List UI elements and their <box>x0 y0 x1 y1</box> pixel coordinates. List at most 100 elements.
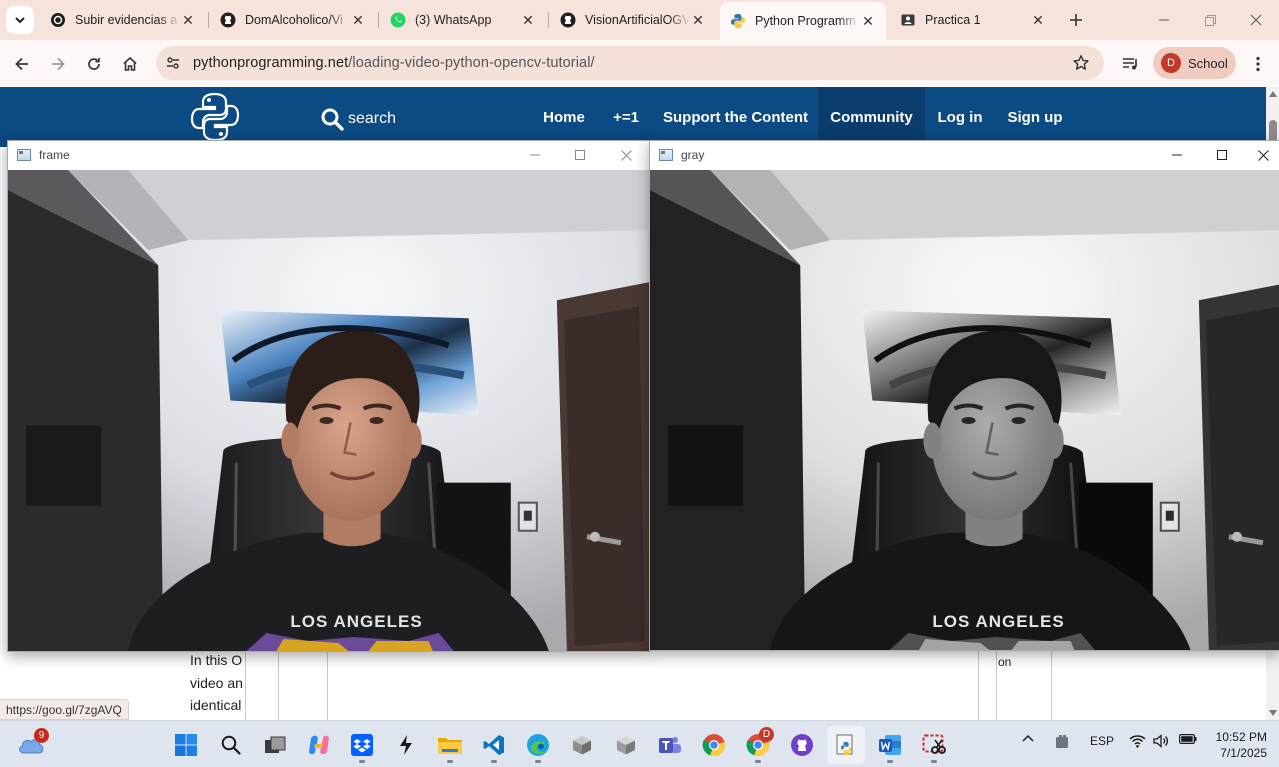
battery-button[interactable] <box>1179 734 1197 744</box>
tab-divider <box>378 12 379 28</box>
show-hidden-icons-button[interactable] <box>1022 734 1034 742</box>
taskbar-python[interactable] <box>827 726 865 764</box>
tab-title: VisionArtificialOGV <box>585 13 690 27</box>
close-button[interactable] <box>603 141 649 169</box>
tab-search-button[interactable] <box>6 6 34 34</box>
taskbar-box-app[interactable] <box>563 726 601 764</box>
start-button[interactable] <box>167 726 205 764</box>
profile-label: School <box>1188 55 1228 71</box>
nav-login[interactable]: Log in <box>929 87 991 147</box>
close-icon[interactable]: ✕ <box>350 12 366 28</box>
bookmark-star-icon[interactable] <box>1072 54 1090 72</box>
tab-title: (3) WhatsApp <box>415 13 492 27</box>
taskbar-file-explorer[interactable] <box>431 726 469 764</box>
scroll-down-arrow[interactable] <box>1269 710 1277 716</box>
tab-practica[interactable]: Practica 1 ✕ <box>890 4 1056 36</box>
taskbar-vscode[interactable] <box>475 726 513 764</box>
close-icon <box>1257 149 1269 161</box>
minimize-button[interactable] <box>512 141 558 169</box>
python-logo[interactable] <box>188 90 242 144</box>
close-icon[interactable]: ✕ <box>180 12 196 28</box>
tab-openai[interactable]: Subir evidencias a ✕ <box>40 4 206 36</box>
taskbar-dropbox[interactable] <box>343 726 381 764</box>
tab-python-programming[interactable]: Python Programm ✕ <box>720 2 886 40</box>
close-icon[interactable]: ✕ <box>1030 12 1046 28</box>
scroll-up-arrow[interactable] <box>1269 91 1277 97</box>
taskbar-word[interactable] <box>871 726 909 764</box>
minimize-icon <box>530 154 540 156</box>
nav-plus-equals-one[interactable]: +=1 <box>603 87 649 147</box>
taskbar-bolt-app[interactable] <box>387 726 425 764</box>
taskbar-github-desktop[interactable] <box>783 726 821 764</box>
forward-button[interactable] <box>44 50 72 78</box>
window-titlebar[interactable]: frame <box>8 141 649 169</box>
github-desktop-icon <box>791 734 813 756</box>
bolt-icon <box>400 735 412 755</box>
tray-app-button[interactable] <box>1054 734 1070 750</box>
window-title: gray <box>681 148 705 162</box>
taskbar-copilot[interactable] <box>300 726 338 764</box>
taskbar-edge[interactable] <box>519 726 557 764</box>
window-gray[interactable]: gray <box>649 140 1279 651</box>
arrow-right-icon <box>52 57 65 71</box>
close-icon[interactable]: ✕ <box>690 12 706 28</box>
tab-github-vision[interactable]: VisionArtificialOGV ✕ <box>550 4 716 36</box>
media-controls-button[interactable] <box>1117 50 1145 78</box>
maximize-button[interactable] <box>557 141 603 169</box>
opencv-window-icon <box>659 149 673 161</box>
search-label: search <box>348 110 397 127</box>
cube-icon <box>573 736 591 755</box>
search-button[interactable] <box>212 726 250 764</box>
browser-menu-button[interactable] <box>1244 50 1272 78</box>
restore-button[interactable] <box>1187 0 1233 40</box>
url-host: pythonprogramming.net <box>193 55 349 71</box>
nav-support[interactable]: Support the Content <box>657 87 814 147</box>
home-button[interactable] <box>116 50 144 78</box>
maximize-icon <box>1217 150 1227 160</box>
close-icon[interactable]: ✕ <box>520 12 536 28</box>
taskbar-snipping-tool[interactable] <box>915 726 953 764</box>
taskbar-chrome-profile[interactable]: D <box>739 726 777 764</box>
minimize-button[interactable] <box>1154 141 1200 169</box>
back-button[interactable] <box>8 50 36 78</box>
site-search[interactable]: search <box>320 107 396 131</box>
network-button[interactable] <box>1129 734 1146 748</box>
taskbar-chrome[interactable] <box>695 726 733 764</box>
nav-home[interactable]: Home <box>533 87 595 147</box>
weather-widget[interactable]: 9 <box>12 726 50 764</box>
close-button[interactable] <box>1244 141 1279 169</box>
edge-icon <box>527 734 549 756</box>
sidebar-text: on <box>998 655 1012 669</box>
nav-signup[interactable]: Sign up <box>999 87 1071 147</box>
new-tab-button[interactable] <box>1064 8 1088 32</box>
link-status-bubble: https://goo.gl/7zgAVQ <box>0 699 129 720</box>
search-icon <box>321 108 344 131</box>
close-icon <box>1250 14 1262 26</box>
language-indicator[interactable]: ESP <box>1090 734 1114 748</box>
taskbar-teams[interactable] <box>651 726 689 764</box>
tab-whatsapp[interactable]: (3) WhatsApp ✕ <box>380 4 546 36</box>
site-info-icon[interactable] <box>165 55 181 71</box>
tab-github-dom[interactable]: DomAlcoholico/Vi ✕ <box>210 4 376 36</box>
system-clock[interactable]: 10:52 PM 7/1/2025 <box>1203 729 1267 761</box>
profile-button[interactable]: D School <box>1153 47 1236 79</box>
maximize-icon <box>575 150 585 160</box>
window-frame[interactable]: frame <box>7 140 650 652</box>
nav-community[interactable]: Community <box>818 87 925 147</box>
close-icon[interactable]: ✕ <box>860 13 876 29</box>
tab-title: Practica 1 <box>925 13 981 27</box>
window-titlebar[interactable]: gray <box>650 141 1279 169</box>
address-bar[interactable]: pythonprogramming.net/loading-video-pyth… <box>156 46 1104 80</box>
taskbar-box-app-2[interactable] <box>607 726 645 764</box>
copilot-icon <box>309 735 329 755</box>
minimize-button[interactable] <box>1141 0 1187 40</box>
volume-button[interactable] <box>1153 734 1169 748</box>
close-window-button[interactable] <box>1233 0 1279 40</box>
maximize-button[interactable] <box>1199 141 1245 169</box>
arrow-left-icon <box>15 57 28 71</box>
taskbar: 9 D ESP 10:52 PM 7/1/2025 <box>0 720 1279 767</box>
task-view-button[interactable] <box>256 726 294 764</box>
python-icon <box>730 13 746 29</box>
reload-button[interactable] <box>80 50 108 78</box>
tutorial-text: video an <box>190 675 243 691</box>
